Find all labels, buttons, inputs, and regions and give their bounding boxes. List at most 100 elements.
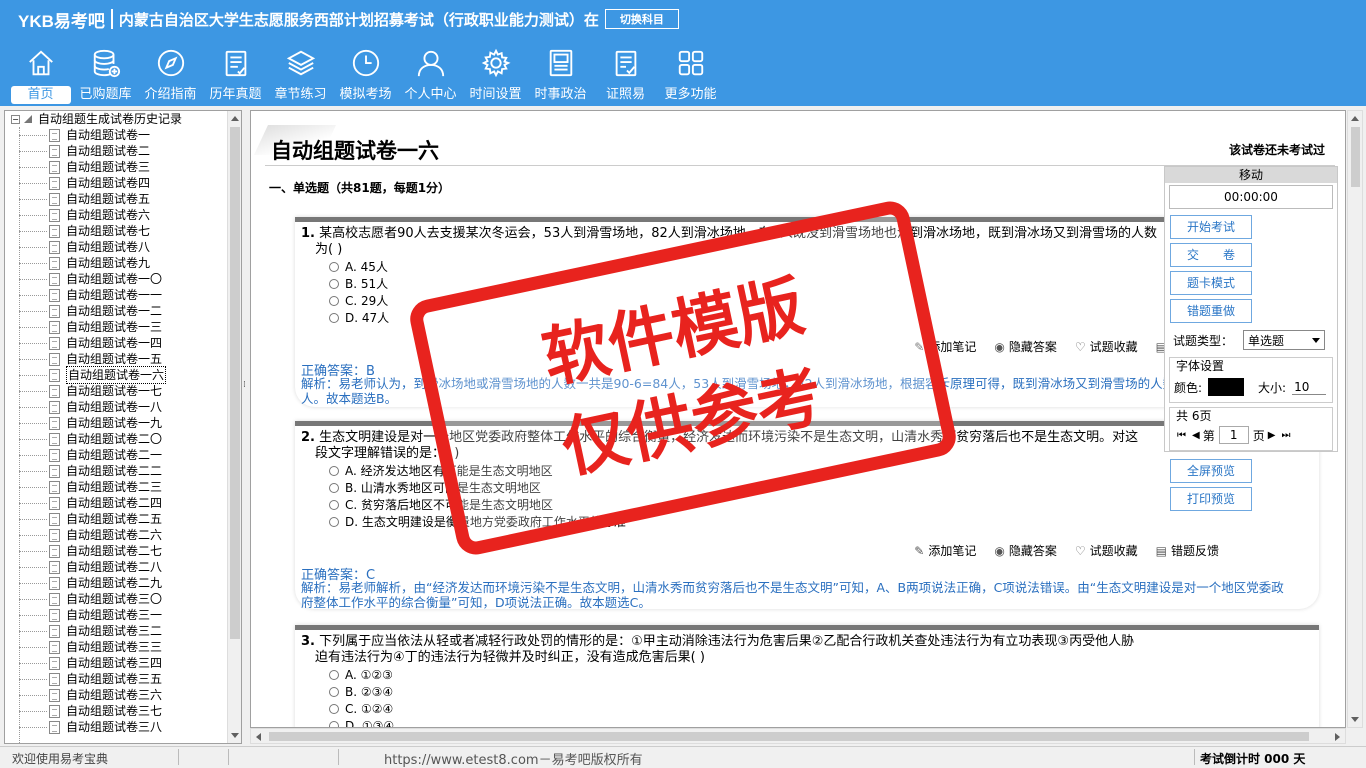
tree-item[interactable]: 自动组题试卷一四 xyxy=(5,335,227,351)
tree-item[interactable]: 自动组题试卷三〇 xyxy=(5,591,227,607)
tree-item[interactable]: 自动组题试卷五 xyxy=(5,191,227,207)
tree-item[interactable]: 自动组题试卷二三 xyxy=(5,479,227,495)
nav-guide[interactable]: 介绍指南 xyxy=(138,44,203,104)
tree-item[interactable]: 自动组题试卷二五 xyxy=(5,511,227,527)
tree-item[interactable]: 自动组题试卷三三 xyxy=(5,639,227,655)
horizontal-scroll-thumb[interactable] xyxy=(269,732,1309,741)
main-horizontal-scrollbar[interactable] xyxy=(250,728,1346,744)
tree-item[interactable]: 自动组题试卷八 xyxy=(5,239,227,255)
tree-item[interactable]: 自动组题试卷二 xyxy=(5,143,227,159)
hide-answer-button[interactable]: ◉ 隐藏答案 xyxy=(994,542,1057,559)
scroll-left-icon[interactable] xyxy=(256,733,261,741)
submit-button[interactable]: 交 卷 xyxy=(1170,243,1252,267)
tree-item[interactable]: 自动组题试卷一六 xyxy=(5,366,227,384)
tree-item[interactable]: 自动组题试卷六 xyxy=(5,207,227,223)
pagination: 共 6页 ⏮ ◀ 第 1 页 ▶ ⏭ xyxy=(1169,407,1333,451)
nav-current-affairs[interactable]: 时事政治 xyxy=(528,44,593,104)
tree-item[interactable]: 自动组题试卷三一 xyxy=(5,607,227,623)
font-color-picker[interactable] xyxy=(1208,378,1245,396)
page-number-input[interactable]: 1 xyxy=(1218,426,1249,444)
print-preview-button[interactable]: 打印预览 xyxy=(1170,487,1252,511)
tree-item[interactable]: 自动组题试卷一 xyxy=(5,127,227,143)
tree-item[interactable]: 自动组题试卷一五 xyxy=(5,351,227,367)
nav-past-exams[interactable]: 历年真题 xyxy=(203,44,268,104)
panel-move-handle[interactable]: 移动 xyxy=(1165,167,1337,183)
panel-splitter[interactable]: ⁞ xyxy=(243,110,248,744)
option-b[interactable]: B. ②③④ xyxy=(329,683,1311,700)
tree-root[interactable]: − 自动组题生成试卷历史记录 xyxy=(5,111,227,127)
tree-item[interactable]: 自动组题试卷二七 xyxy=(5,543,227,559)
tree-item[interactable]: 自动组题试卷二四 xyxy=(5,495,227,511)
option-c[interactable]: C. ①②④ xyxy=(329,700,1311,717)
tree-item[interactable]: 自动组题试卷三二 xyxy=(5,623,227,639)
redo-wrong-button[interactable]: 错题重做 xyxy=(1170,299,1252,323)
nav-personal-center[interactable]: 个人中心 xyxy=(398,44,463,104)
option-d[interactable]: D. ①③④ xyxy=(329,717,1311,727)
vertical-scroll-thumb[interactable] xyxy=(1351,127,1360,187)
exam-title: 内蒙古自治区大学生志愿服务西部计划招募考试（行政职业能力测试）在 xyxy=(118,10,599,29)
scroll-up-icon[interactable] xyxy=(1351,116,1359,121)
tree-scrollbar[interactable] xyxy=(227,111,241,743)
tree-item[interactable]: 自动组题试卷二九 xyxy=(5,575,227,591)
tree-item[interactable]: 自动组题试卷四 xyxy=(5,175,227,191)
tree-scroll-thumb[interactable] xyxy=(230,127,240,639)
last-page-icon[interactable]: ⏭ xyxy=(1281,430,1290,441)
scroll-up-icon[interactable] xyxy=(231,116,239,121)
document-icon xyxy=(49,528,60,542)
nav-home[interactable]: 首页 xyxy=(8,44,73,104)
tree-item[interactable]: 自动组题试卷三 xyxy=(5,159,227,175)
switch-subject-button[interactable]: 切换科目 xyxy=(604,9,679,29)
favorite-button[interactable]: ♡ 试题收藏 xyxy=(1075,542,1138,559)
start-exam-button[interactable]: 开始考试 xyxy=(1170,215,1252,239)
tree-item[interactable]: 自动组题试卷九 xyxy=(5,255,227,271)
add-note-button[interactable]: ✎ 添加笔记 xyxy=(914,542,976,559)
document-icon xyxy=(49,592,60,606)
tree-item[interactable]: 自动组题试卷一八 xyxy=(5,399,227,415)
nav-more-features[interactable]: 更多功能 xyxy=(658,44,723,104)
tree-item[interactable]: 自动组题试卷二〇 xyxy=(5,431,227,447)
document-icon xyxy=(49,256,60,270)
card-mode-button[interactable]: 题卡模式 xyxy=(1170,271,1252,295)
next-page-icon[interactable]: ▶ xyxy=(1268,430,1276,441)
nav-mock-exam[interactable]: 模拟考场 xyxy=(333,44,398,104)
tree-item[interactable]: 自动组题试卷一〇 xyxy=(5,271,227,287)
scroll-down-icon[interactable] xyxy=(231,733,239,738)
question-type-select[interactable]: 单选题 xyxy=(1243,330,1326,350)
layers-icon xyxy=(286,50,315,76)
fullscreen-preview-button[interactable]: 全屏预览 xyxy=(1170,459,1252,483)
font-size-input[interactable]: 10 xyxy=(1292,380,1327,395)
main-vertical-scrollbar[interactable] xyxy=(1347,110,1363,728)
nav-purchased-bank[interactable]: 已购题库 xyxy=(73,44,138,104)
copyright-link[interactable]: https://www.etest8.com－易考吧版权所有 xyxy=(384,749,643,768)
tree-item[interactable]: 自动组题试卷二一 xyxy=(5,447,227,463)
scroll-right-icon[interactable] xyxy=(1335,733,1340,741)
tree-item[interactable]: 自动组题试卷一九 xyxy=(5,415,227,431)
nav-time-settings[interactable]: 时间设置 xyxy=(463,44,528,104)
hide-answer-button[interactable]: ◉ 隐藏答案 xyxy=(994,338,1057,355)
tree-item[interactable]: 自动组题试卷三八 xyxy=(5,719,227,735)
document-icon xyxy=(49,464,60,478)
nav-chapter-practice[interactable]: 章节练习 xyxy=(268,44,333,104)
tree-item[interactable]: 自动组题试卷七 xyxy=(5,223,227,239)
tree-item[interactable]: 自动组题试卷一七 xyxy=(5,383,227,399)
scroll-down-icon[interactable] xyxy=(1351,717,1359,722)
tree-item[interactable]: 自动组题试卷一二 xyxy=(5,303,227,319)
prev-page-icon[interactable]: ◀ xyxy=(1192,430,1200,441)
tree-item[interactable]: 自动组题试卷二二 xyxy=(5,463,227,479)
tree-item[interactable]: 自动组题试卷一三 xyxy=(5,319,227,335)
tree-item[interactable]: 自动组题试卷三六 xyxy=(5,687,227,703)
tree-item[interactable]: 自动组题试卷二八 xyxy=(5,559,227,575)
option-a[interactable]: A. ①②③ xyxy=(329,666,1311,683)
tree-item[interactable]: 自动组题试卷一一 xyxy=(5,287,227,303)
document-icon xyxy=(49,144,60,158)
tree-item[interactable]: 自动组题试卷三四 xyxy=(5,655,227,671)
collapse-icon[interactable]: − xyxy=(11,114,20,124)
tree-item[interactable]: 自动组题试卷三七 xyxy=(5,703,227,719)
tree-item[interactable]: 自动组题试卷三五 xyxy=(5,671,227,687)
first-page-icon[interactable]: ⏮ xyxy=(1177,430,1186,441)
favorite-button[interactable]: ♡ 试题收藏 xyxy=(1075,338,1138,355)
tree-item[interactable]: 自动组题试卷二六 xyxy=(5,527,227,543)
nav-certificate[interactable]: 证照易 xyxy=(593,44,658,104)
error-feedback-button[interactable]: ▤错题反馈 xyxy=(1156,542,1219,559)
radio-icon xyxy=(329,516,339,527)
